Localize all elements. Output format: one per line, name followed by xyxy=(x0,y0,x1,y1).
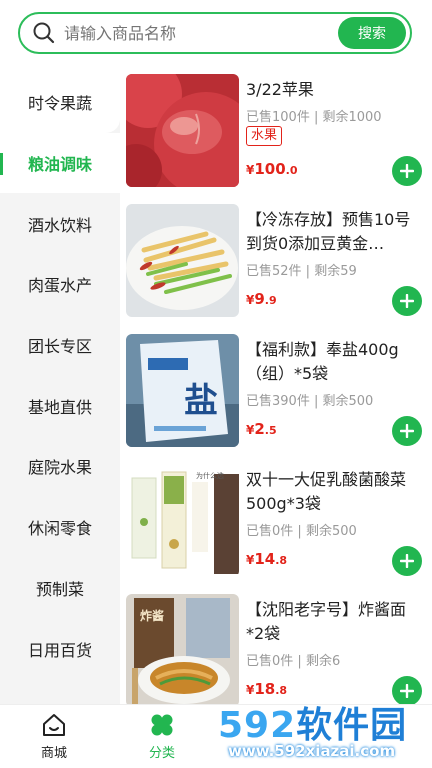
svg-text:盐: 盐 xyxy=(184,381,218,421)
svg-text:为什么选: 为什么选 xyxy=(196,471,224,480)
tab-label: 分类 xyxy=(148,746,175,761)
watermark-592: 592软件园 www.592xiazai.com xyxy=(214,690,432,768)
clover-icon xyxy=(151,714,173,736)
watermark-url: www.592xiazai.com xyxy=(228,742,396,760)
product-image-tofu-skin[interactable] xyxy=(126,204,239,317)
sidebar-item-fruits-veg[interactable]: 时令果蔬 xyxy=(0,72,120,133)
product-image-sauerkraut[interactable]: 为什么选 xyxy=(126,464,239,577)
product-price: ¥2.5 xyxy=(246,420,277,438)
search-input[interactable] xyxy=(64,23,338,43)
sidebar-item-prepared-food[interactable]: 预制菜 xyxy=(0,558,120,619)
tab-category[interactable]: 分类 xyxy=(108,705,216,768)
product-item[interactable]: 盐 【福利款】奉盐400g（组）*5袋 已售390件 | 剩余500 ¥2.5 xyxy=(120,334,432,452)
product-item[interactable]: 为什么选 双十一大促乳酸菌酸菜500g*3袋 已售0件 | 剩余500 ¥14.… xyxy=(120,464,432,582)
watermark-logo: 592软件园 xyxy=(218,705,408,746)
product-item[interactable]: 炸酱 【沈阳老字号】炸酱面*2袋 已售0件 | 剩余6 ¥18.8 xyxy=(120,594,432,704)
product-stats: 已售52件 | 剩余59 xyxy=(246,264,357,279)
search-button[interactable]: 搜索 xyxy=(338,17,406,49)
add-to-cart-button[interactable] xyxy=(392,156,422,186)
product-tag: 水果 xyxy=(246,126,283,146)
plus-icon xyxy=(400,164,414,178)
product-stats: 已售100件 | 剩余1000 xyxy=(246,110,382,125)
product-item[interactable]: 【冷冻存放】预售10号到货0添加豆黄金… 已售52件 | 剩余59 ¥9.9 xyxy=(120,204,432,322)
search-icon xyxy=(33,22,55,44)
product-image-salt[interactable]: 盐 xyxy=(126,334,239,447)
svg-text:炸酱: 炸酱 xyxy=(140,608,164,623)
product-price: ¥14.8 xyxy=(246,550,288,568)
home-icon xyxy=(43,714,65,736)
product-image-apple[interactable] xyxy=(126,74,239,187)
add-to-cart-button[interactable] xyxy=(392,546,422,576)
sidebar-item-meat-eggs[interactable]: 肉蛋水产 xyxy=(0,254,120,315)
sidebar-item-snacks[interactable]: 休闲零食 xyxy=(0,497,120,558)
search-bar: 搜索 xyxy=(18,12,412,54)
sidebar-item-yard-fruits[interactable]: 庭院水果 xyxy=(0,436,120,497)
add-to-cart-button[interactable] xyxy=(392,286,422,316)
product-title[interactable]: 【福利款】奉盐400g（组）*5袋 xyxy=(246,338,422,386)
product-item[interactable]: 3/22苹果 已售100件 | 剩余1000 水果 ¥100.0 xyxy=(120,74,432,192)
product-title[interactable]: 3/22苹果 xyxy=(246,78,422,102)
sidebar-item-base-direct[interactable]: 基地直供 xyxy=(0,375,120,436)
sidebar-item-daily-goods[interactable]: 日用百货 xyxy=(0,618,120,679)
tab-mall[interactable]: 商城 xyxy=(0,705,108,768)
product-title[interactable]: 【沈阳老字号】炸酱面*2袋 xyxy=(246,598,422,646)
product-image-noodles[interactable]: 炸酱 xyxy=(126,594,239,704)
sidebar-item-grain-oil[interactable]: 粮油调味 xyxy=(0,132,120,194)
product-price: ¥9.9 xyxy=(246,290,277,308)
category-sidebar: 时令果蔬 粮油调味 酒水饮料 肉蛋水产 团长专区 基地直供 庭院水果 休闲零食 … xyxy=(0,72,120,704)
product-stats: 已售0件 | 剩余500 xyxy=(246,524,357,539)
plus-icon xyxy=(400,554,414,568)
tab-label: 商城 xyxy=(40,746,67,761)
product-stats: 已售0件 | 剩余6 xyxy=(246,654,341,669)
sidebar-item-leader-zone[interactable]: 团长专区 xyxy=(0,315,120,376)
product-list: 3/22苹果 已售100件 | 剩余1000 水果 ¥100.0 【冷冻存放】预… xyxy=(120,72,432,704)
plus-icon xyxy=(400,294,414,308)
product-stats: 已售390件 | 剩余500 xyxy=(246,394,374,409)
product-price: ¥100.0 xyxy=(246,160,298,178)
sidebar-item-drinks[interactable]: 酒水饮料 xyxy=(0,193,120,254)
product-title[interactable]: 双十一大促乳酸菌酸菜500g*3袋 xyxy=(246,468,422,516)
plus-icon xyxy=(400,424,414,438)
add-to-cart-button[interactable] xyxy=(392,416,422,446)
product-title[interactable]: 【冷冻存放】预售10号到货0添加豆黄金… xyxy=(246,208,422,256)
